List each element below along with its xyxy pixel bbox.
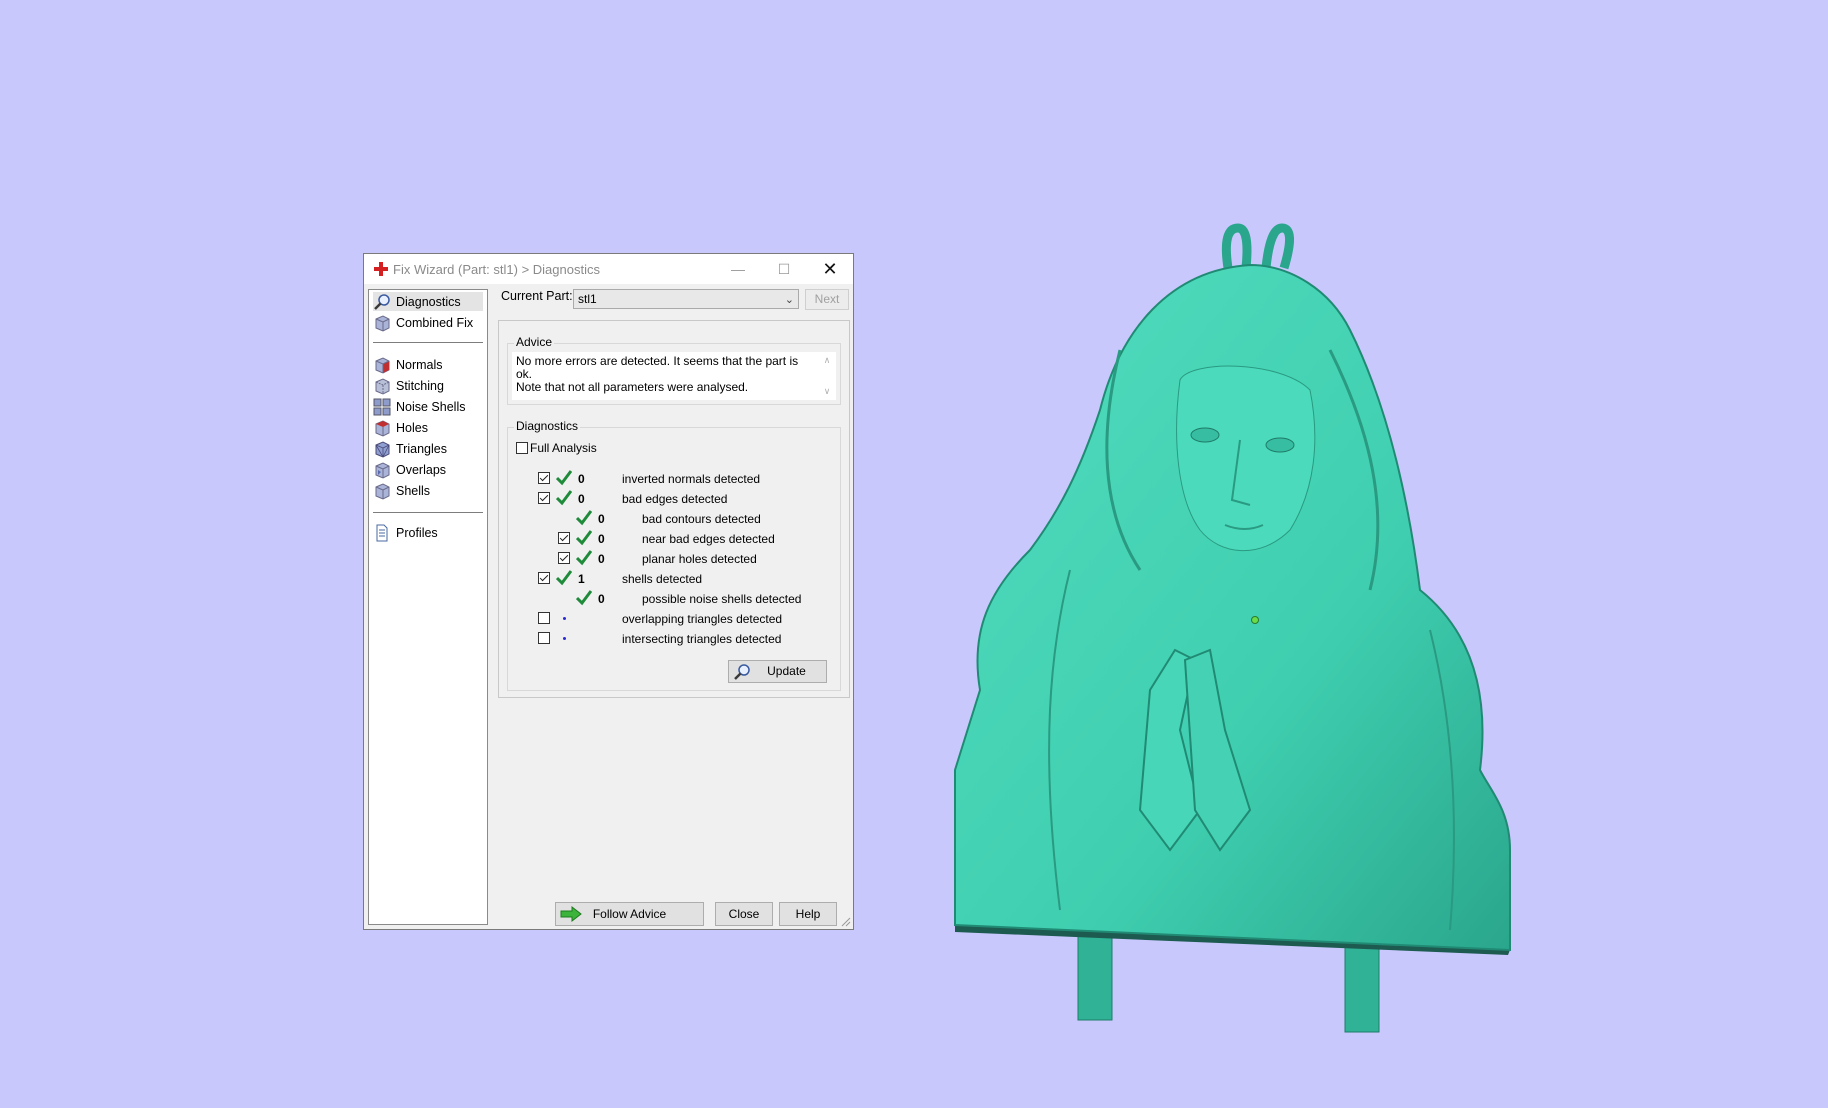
- close-window-button[interactable]: ✕: [807, 254, 853, 284]
- sidebar-item-label: Normals: [396, 357, 443, 372]
- green-check-icon: [576, 530, 592, 546]
- triangles-cube-icon: [375, 440, 390, 458]
- sidebar-item-combined-fix[interactable]: Combined Fix: [373, 313, 483, 332]
- chevron-down-icon: ⌄: [784, 294, 794, 306]
- red-cross-icon: [374, 262, 388, 276]
- normals-cube-icon: [375, 356, 390, 374]
- shells-cube-icon: [375, 482, 390, 500]
- row-count: 0: [598, 592, 605, 606]
- row-text: shells detected: [622, 572, 703, 586]
- row-checkbox[interactable]: [558, 552, 570, 564]
- row-text: intersecting triangles detected: [622, 632, 782, 646]
- sidebar-item-label: Combined Fix: [396, 315, 474, 330]
- update-label: Update: [767, 664, 806, 678]
- advice-scrollbar[interactable]: ∧ ∨: [820, 352, 834, 400]
- sidebar-item-stitching[interactable]: Stitching: [373, 376, 483, 395]
- row-count: 0: [598, 512, 605, 526]
- resize-grip-icon[interactable]: [841, 917, 851, 927]
- green-check-icon: [556, 470, 572, 486]
- sidebar-item-label: Holes: [396, 420, 428, 435]
- magnifier-icon: [374, 293, 390, 310]
- sidebar-item-noise-shells[interactable]: Noise Shells: [373, 397, 483, 416]
- row-text: inverted normals detected: [622, 472, 761, 486]
- green-check-icon: [556, 570, 572, 586]
- green-arrow-icon: [560, 906, 582, 922]
- sidebar-item-shells[interactable]: Shells: [373, 481, 483, 500]
- row-checkbox[interactable]: [538, 492, 550, 504]
- row-text: planar holes detected: [642, 552, 757, 566]
- sidebar-item-label: Noise Shells: [396, 399, 466, 414]
- diagnostics-group: Diagnostics Full Analysis 0 inverted nor…: [507, 419, 841, 691]
- row-count: 0: [598, 552, 605, 566]
- row-count: 0: [598, 532, 605, 546]
- magnifier-icon: [734, 664, 750, 680]
- cube-icon: [375, 314, 390, 332]
- row-count: 0: [578, 472, 585, 486]
- row-checkbox[interactable]: [538, 612, 550, 624]
- status-dot-icon: [563, 617, 566, 620]
- sidebar-item-label: Stitching: [396, 378, 444, 393]
- holes-cube-icon: [375, 419, 390, 437]
- row-checkbox[interactable]: [558, 532, 570, 544]
- row-text: bad edges detected: [622, 492, 728, 506]
- sidebar-item-label: Diagnostics: [396, 294, 461, 309]
- update-button[interactable]: Update: [728, 660, 827, 683]
- diagnostics-group-label: Diagnostics: [514, 419, 581, 433]
- green-check-icon: [576, 550, 592, 566]
- sidebar-item-normals[interactable]: Normals: [373, 355, 483, 374]
- sidebar-item-triangles[interactable]: Triangles: [373, 439, 483, 458]
- green-check-icon: [576, 590, 592, 606]
- row-checkbox[interactable]: [538, 572, 550, 584]
- row-text: possible noise shells detected: [642, 592, 802, 606]
- next-button[interactable]: Next: [805, 289, 849, 310]
- maximize-button[interactable]: ☐: [761, 254, 807, 284]
- row-count: 1: [578, 572, 585, 586]
- sidebar-item-label: Shells: [396, 483, 431, 498]
- row-checkbox[interactable]: [538, 472, 550, 484]
- advice-group-label: Advice: [514, 335, 555, 349]
- fix-wizard-dialog: Fix Wizard (Part: stl1) > Diagnostics — …: [363, 253, 854, 930]
- stitching-cube-icon: [375, 377, 390, 395]
- noise-shells-icon: [373, 398, 391, 415]
- follow-advice-button[interactable]: Follow Advice: [555, 902, 704, 926]
- sidebar-divider: [373, 342, 483, 343]
- green-check-icon: [556, 490, 572, 506]
- advice-group: Advice No more errors are detected. It s…: [507, 335, 841, 405]
- window-title: Fix Wizard (Part: stl1) > Diagnostics: [393, 262, 600, 277]
- sidebar-item-label: Triangles: [396, 441, 447, 456]
- overlaps-cube-icon: [375, 461, 390, 479]
- green-check-icon: [576, 510, 592, 526]
- row-count: 0: [578, 492, 585, 506]
- sidebar-item-profiles[interactable]: Profiles: [373, 523, 483, 542]
- document-icon: [376, 524, 388, 541]
- current-part-value: stl1: [578, 292, 597, 306]
- row-checkbox[interactable]: [538, 632, 550, 644]
- sidebar-item-holes[interactable]: Holes: [373, 418, 483, 437]
- sidebar-item-label: Profiles: [396, 525, 438, 540]
- follow-advice-label: Follow Advice: [592, 907, 667, 921]
- 3d-model-render[interactable]: [950, 210, 1550, 1040]
- wizard-sidebar: Diagnostics Combined Fix Normals Stitchi: [368, 289, 488, 925]
- sidebar-item-label: Overlaps: [396, 462, 447, 477]
- sidebar-divider: [373, 512, 483, 513]
- advice-text-box: No more errors are detected. It seems th…: [512, 352, 836, 400]
- sidebar-item-diagnostics[interactable]: Diagnostics: [373, 292, 483, 311]
- current-part-label: Current Part:: [501, 289, 573, 303]
- diagnostics-panel: Advice No more errors are detected. It s…: [498, 320, 850, 698]
- row-text: overlapping triangles detected: [622, 612, 783, 626]
- full-analysis-checkbox[interactable]: [516, 442, 528, 454]
- status-dot-icon: [563, 637, 566, 640]
- row-text: bad contours detected: [642, 512, 761, 526]
- full-analysis-label: Full Analysis: [530, 441, 597, 455]
- advice-text-line: Note that not all parameters were analys…: [516, 380, 749, 394]
- current-part-select[interactable]: stl1 ⌄: [573, 289, 799, 309]
- minimize-button[interactable]: —: [715, 254, 761, 284]
- advice-text-line: No more errors are detected. It seems th…: [516, 354, 799, 381]
- help-button[interactable]: Help: [779, 902, 837, 926]
- close-button[interactable]: Close: [715, 902, 773, 926]
- row-text: near bad edges detected: [642, 532, 775, 546]
- sidebar-item-overlaps[interactable]: Overlaps: [373, 460, 483, 479]
- title-bar[interactable]: Fix Wizard (Part: stl1) > Diagnostics — …: [364, 254, 853, 284]
